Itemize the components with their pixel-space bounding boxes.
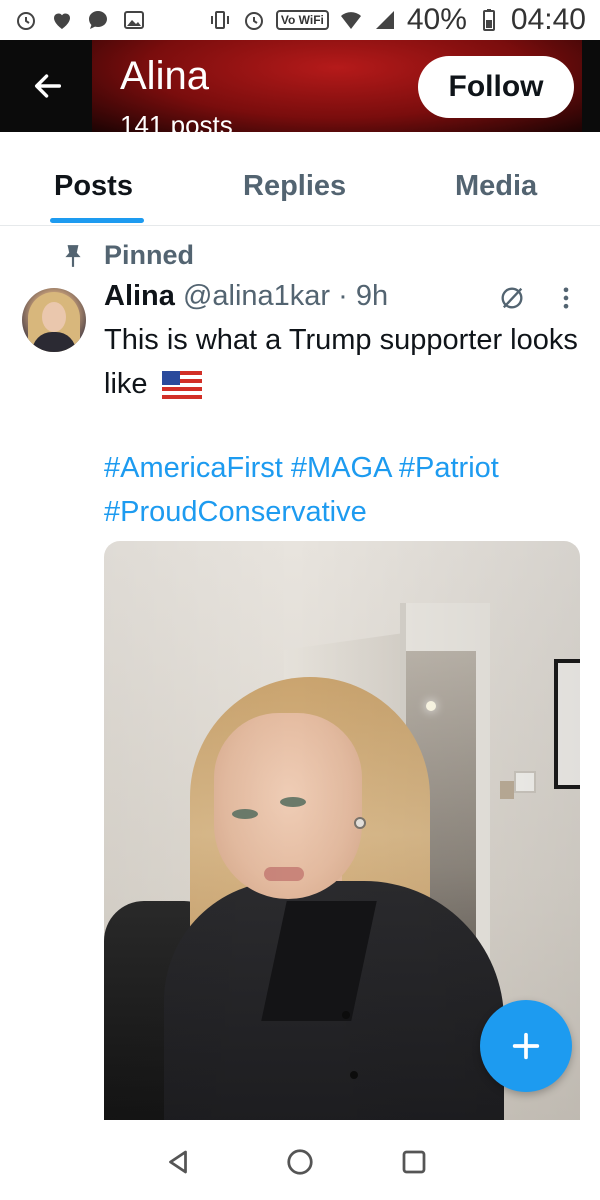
alarm-icon: [242, 8, 266, 32]
profile-tabs: Posts Replies Media: [0, 132, 600, 226]
us-flag-icon: [161, 371, 202, 400]
gallery-icon: [122, 8, 146, 32]
status-left-icons: [14, 8, 146, 32]
circle-home-icon: [287, 1149, 313, 1175]
pin-icon: [65, 244, 81, 267]
more-vertical-icon[interactable]: [556, 284, 576, 312]
status-bar: Vo WiFi 40% 04:40: [0, 0, 600, 40]
pinned-indicator: Pinned: [60, 240, 194, 271]
tab-replies[interactable]: Replies: [243, 170, 346, 203]
heart-icon: [50, 8, 74, 32]
posts-count: 141 posts: [120, 110, 233, 132]
author-name[interactable]: Alina: [104, 280, 175, 312]
triangle-back-icon: [169, 1150, 187, 1174]
nav-home-button[interactable]: [280, 1142, 320, 1182]
avatar[interactable]: [22, 288, 86, 352]
plus-icon: [512, 1032, 540, 1060]
separator-dot: ·: [338, 280, 348, 312]
chat-icon: [86, 8, 110, 32]
compose-button[interactable]: [480, 1000, 572, 1092]
active-tab-indicator: [50, 218, 144, 223]
back-button[interactable]: [24, 62, 72, 110]
post-hashtags[interactable]: #AmericaFirst #MAGA #Patriot #ProudConse…: [104, 446, 584, 534]
nav-back-button[interactable]: [158, 1142, 198, 1182]
arrow-left-icon: [34, 74, 62, 98]
system-nav-bar: [0, 1120, 600, 1200]
status-right-icons: Vo WiFi 40% 04:40: [208, 3, 586, 37]
follow-button[interactable]: Follow: [418, 56, 574, 118]
tab-posts[interactable]: Posts: [54, 170, 133, 203]
profile-name: Alina: [120, 54, 209, 98]
pinned-label: Pinned: [104, 240, 195, 270]
post-header: Alina @alina1kar · 9h: [104, 280, 388, 313]
square-recents-icon: [402, 1150, 426, 1174]
vibrate-icon: [208, 8, 232, 32]
battery-percent: 40%: [406, 3, 467, 36]
battery-icon: [477, 8, 501, 32]
volte-badge: Vo WiFi: [275, 10, 329, 30]
grok-icon[interactable]: [498, 284, 526, 312]
signal-icon: [373, 8, 397, 32]
post-time[interactable]: 9h: [356, 280, 388, 312]
clock: 04:40: [510, 3, 586, 36]
post-text: This is what a Trump supporter looks lik…: [104, 318, 584, 406]
alarm-icon: [14, 8, 38, 32]
profile-header: Alina 141 posts Follow: [0, 40, 600, 132]
author-handle[interactable]: @alina1kar: [183, 280, 330, 312]
wifi-icon: [339, 8, 363, 32]
tab-media[interactable]: Media: [455, 170, 537, 203]
nav-recents-button[interactable]: [394, 1142, 434, 1182]
